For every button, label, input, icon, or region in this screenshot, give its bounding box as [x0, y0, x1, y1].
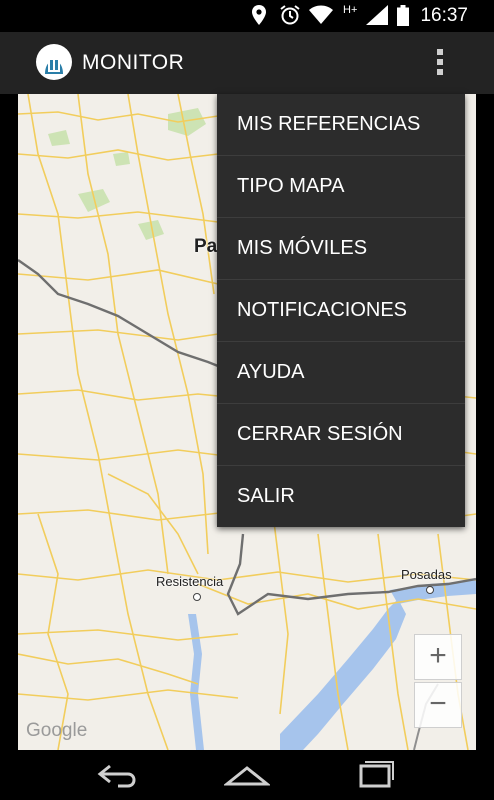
recent-apps-icon[interactable] [352, 758, 398, 792]
zoom-out-button[interactable]: − [414, 682, 462, 728]
status-bar: H+ 16:37 [0, 0, 494, 32]
menu-item-salir[interactable]: SALIR [217, 466, 465, 527]
menu-item-ayuda[interactable]: AYUDA [217, 342, 465, 404]
menu-item-notificaciones[interactable]: NOTIFICACIONES [217, 280, 465, 342]
app-logo-icon[interactable] [36, 44, 72, 80]
action-bar: MONITOR [0, 32, 494, 94]
zoom-in-button[interactable]: + [414, 634, 462, 680]
menu-item-mis-referencias[interactable]: MIS REFERENCIAS [217, 94, 465, 156]
alarm-icon [280, 5, 300, 25]
menu-item-mis-moviles[interactable]: MIS MÓVILES [217, 218, 465, 280]
map-label-posadas: Posadas [401, 567, 452, 582]
signal-icon [366, 5, 388, 25]
google-logo: Google [26, 720, 88, 741]
menu-item-cerrar-sesion[interactable]: CERRAR SESIÓN [217, 404, 465, 466]
app-title: MONITOR [82, 51, 185, 74]
navigation-bar [0, 750, 494, 800]
location-icon [252, 5, 266, 25]
overflow-menu-icon[interactable] [428, 46, 452, 80]
clock: 16:37 [420, 5, 468, 26]
map-label-resistencia: Resistencia [156, 574, 224, 589]
network-type-label: H+ [343, 4, 358, 16]
wifi-icon [309, 5, 333, 24]
city-dot-resistencia [193, 593, 201, 601]
menu-item-tipo-mapa[interactable]: TIPO MAPA [217, 156, 465, 218]
city-dot-posadas [426, 586, 434, 594]
back-icon[interactable] [96, 758, 142, 792]
map-label-pa: Pa [194, 236, 218, 257]
battery-icon [397, 5, 409, 26]
overflow-menu: MIS REFERENCIAS TIPO MAPA MIS MÓVILES NO… [217, 94, 465, 527]
home-icon[interactable] [224, 758, 270, 792]
